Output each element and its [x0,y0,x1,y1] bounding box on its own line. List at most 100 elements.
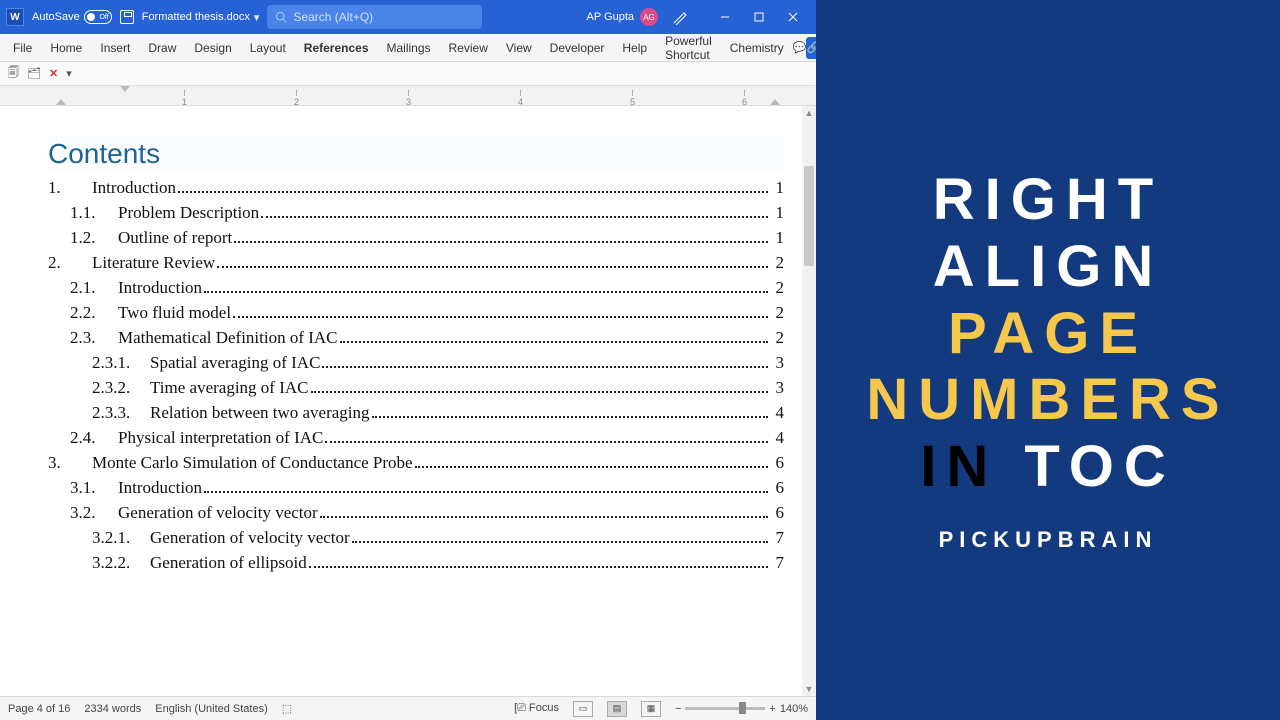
toc-entry[interactable]: 2.Literature Review2 [48,253,784,273]
toc-leader-dots [320,516,768,518]
autosave-toggle[interactable]: AutoSave Off [32,10,112,24]
menu-item-powerful-shortcut[interactable]: Powerful Shortcut [656,34,721,62]
toc-entry-page: 2 [770,303,784,323]
toc-entry[interactable]: 2.1.Introduction2 [48,278,784,298]
toc-entry-page: 2 [770,278,784,298]
toc-entry-page: 1 [770,228,784,248]
zoom-slider[interactable] [685,707,765,710]
toc-entry[interactable]: 3.2.1.Generation of velocity vector7 [48,528,784,548]
page-indicator[interactable]: Page 4 of 16 [8,703,70,715]
word-count[interactable]: 2334 words [84,703,141,715]
document-name[interactable]: Formatted thesis.docx ▾ [142,11,260,24]
toc-leader-dots [340,341,768,343]
toc-entry[interactable]: 3.1.Introduction6 [48,478,784,498]
window-controls [708,0,810,34]
dropdown-icon[interactable]: ▾ [66,67,72,80]
table-of-contents: 1.Introduction11.1.Problem Description11… [48,178,784,573]
user-account[interactable]: AP Gupta AG [587,8,659,26]
toc-entry-text: Literature Review [92,253,215,273]
menu-item-home[interactable]: Home [41,34,91,62]
close-button[interactable] [776,0,810,34]
toc-entry[interactable]: 2.3.3.Relation between two averaging4 [48,403,784,423]
comments-icon[interactable]: 💬 [793,37,807,59]
toc-entry[interactable]: 3.2.2.Generation of ellipsoid7 [48,553,784,573]
toc-entry-number: 3. [48,453,92,473]
toc-entry-number: 2.4. [70,428,118,448]
zoom-value[interactable]: 140% [780,703,808,715]
avatar: AG [640,8,658,26]
macro-icon[interactable]: ⬚ [282,702,292,715]
menu-item-mailings[interactable]: Mailings [378,34,440,62]
toc-entry-page: 3 [770,353,784,373]
autosave-label: AutoSave [32,11,80,23]
search-input[interactable]: Search (Alt+Q) [267,5,482,29]
maximize-button[interactable] [742,0,776,34]
promo-panel: RIGHT ALIGN PAGE NUMBERS IN TOC PICKUPBR… [816,0,1280,720]
language-indicator[interactable]: English (United States) [155,703,268,715]
toc-entry[interactable]: 2.2.Two fluid model2 [48,303,784,323]
update-toc-icon[interactable]: 🗐 [8,64,19,83]
menu-item-help[interactable]: Help [613,34,656,62]
toc-leader-dots [217,266,768,268]
toc-entry-number: 1.2. [70,228,118,248]
toc-entry[interactable]: 3.2.Generation of velocity vector6 [48,503,784,523]
toc-entry[interactable]: 3.Monte Carlo Simulation of Conductance … [48,453,784,473]
vertical-scrollbar[interactable]: ▲ ▼ [802,106,816,696]
toc-entry[interactable]: 1.Introduction1 [48,178,784,198]
toc-entry-page: 7 [770,553,784,573]
delete-icon[interactable]: ✕ [49,67,58,80]
menu-item-references[interactable]: References [295,34,378,62]
toc-entry-page: 6 [770,453,784,473]
menu-item-view[interactable]: View [497,34,541,62]
toc-entry-number: 2.2. [70,303,118,323]
left-indent-marker[interactable] [56,95,66,105]
toc-entry[interactable]: 1.1.Problem Description1 [48,203,784,223]
ruler-mark: 2 [294,90,299,107]
pane-icon[interactable]: 🗂 [27,67,41,80]
minimize-button[interactable] [708,0,742,34]
toc-entry-number: 1.1. [70,203,118,223]
menu-item-layout[interactable]: Layout [241,34,295,62]
toc-entry-text: Generation of velocity vector [150,528,350,548]
toc-entry[interactable]: 2.4.Physical interpretation of IAC4 [48,428,784,448]
zoom-control[interactable]: − + 140% [675,703,808,715]
toc-entry-number: 2.3. [70,328,118,348]
document-page[interactable]: Contents 1.Introduction1 1.1.Problem Desc… [12,126,804,573]
toc-leader-dots [178,191,768,193]
menu-item-review[interactable]: Review [440,34,497,62]
toc-entry[interactable]: 2.3.Mathematical Definition of IAC2 [48,328,784,348]
word-app-window: W AutoSave Off Formatted thesis.docx ▾ S… [0,0,816,720]
menu-item-draw[interactable]: Draw [139,34,185,62]
scroll-up-icon[interactable]: ▲ [802,106,816,120]
toc-title: Contents [48,136,784,172]
zoom-in-button[interactable]: + [769,703,775,715]
promo-text: IN TOC [920,434,1176,501]
toc-entry[interactable]: 2.3.2.Time averaging of IAC3 [48,378,784,398]
scroll-down-icon[interactable]: ▼ [802,682,816,696]
menu-item-insert[interactable]: Insert [91,34,139,62]
toc-leader-dots [322,366,768,368]
search-icon [275,11,287,23]
web-layout-button[interactable]: ▦ [641,701,661,717]
focus-mode-button[interactable]: [⎚ Focus [514,702,559,715]
right-indent-marker[interactable] [770,95,780,105]
zoom-out-button[interactable]: − [675,703,681,715]
horizontal-ruler[interactable]: 123456 [0,86,816,106]
pen-icon[interactable] [672,9,688,25]
toc-entry[interactable]: 2.3.1.Spatial averaging of IAC3 [48,353,784,373]
save-icon[interactable] [120,10,134,24]
toc-entry-text: Introduction [118,278,202,298]
print-layout-button[interactable]: ▤ [607,701,627,717]
first-line-indent-marker[interactable] [120,86,130,96]
toc-entry[interactable]: 1.2.Outline of report1 [48,228,784,248]
toc-entry-text: Time averaging of IAC [150,378,309,398]
menu-item-developer[interactable]: Developer [541,34,614,62]
toggle-off-icon: Off [84,10,112,24]
menu-item-chemistry[interactable]: Chemistry [721,34,793,62]
read-mode-button[interactable]: ▭ [573,701,593,717]
scroll-thumb[interactable] [804,166,814,266]
menu-item-design[interactable]: Design [185,34,240,62]
status-bar: Page 4 of 16 2334 words English (United … [0,696,816,720]
menu-item-file[interactable]: File [4,34,41,62]
toc-entry-text: Physical interpretation of IAC [118,428,323,448]
